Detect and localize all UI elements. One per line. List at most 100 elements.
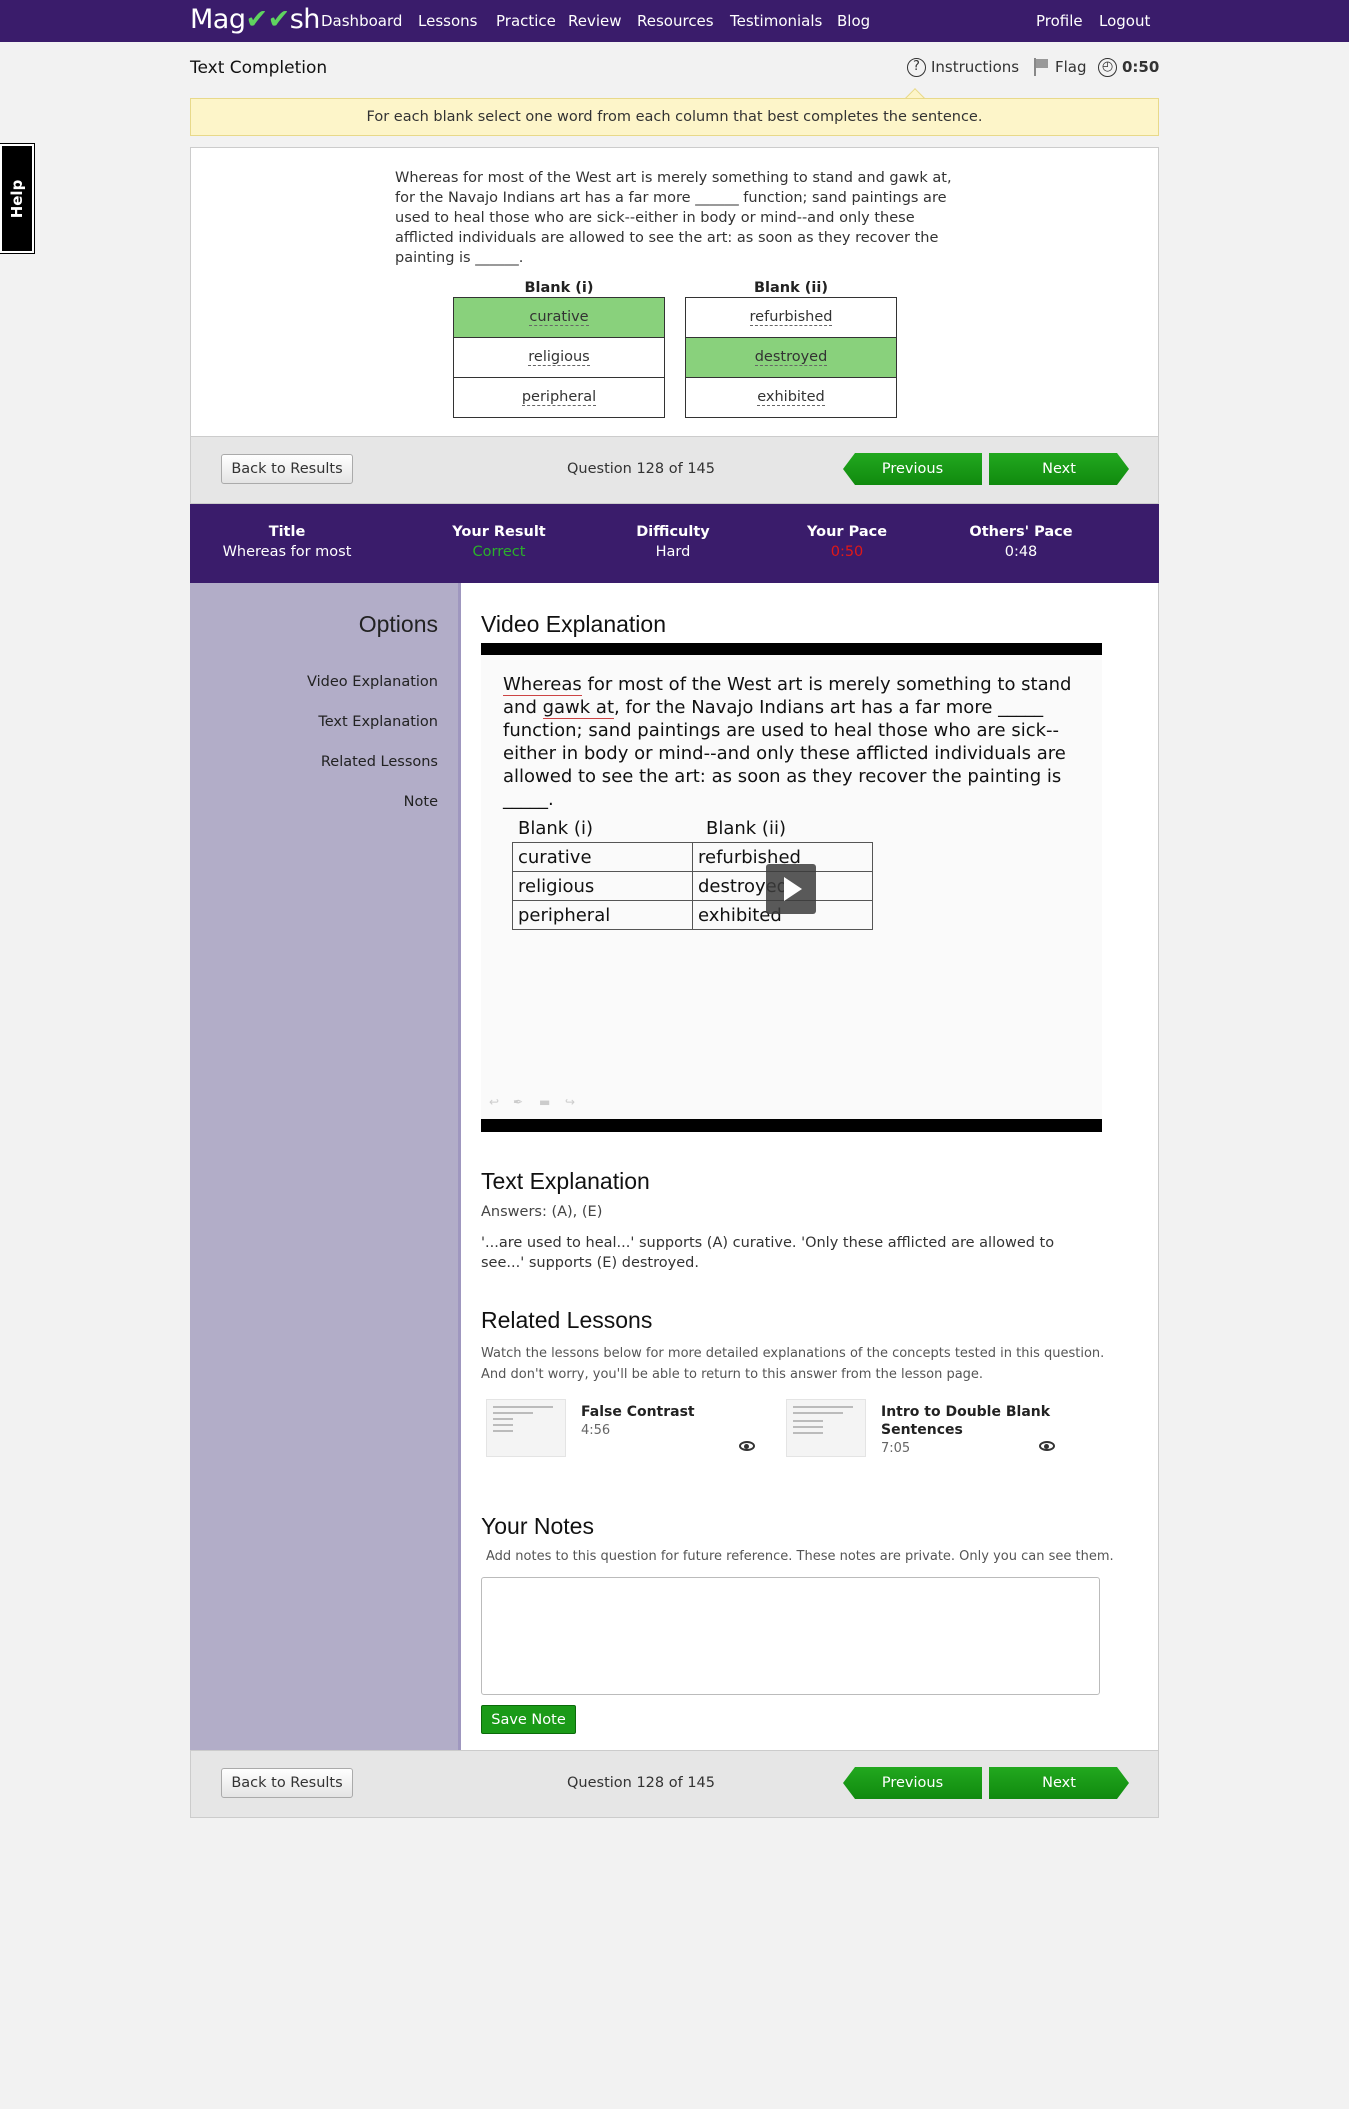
notes-desc: Add notes to this question for future re… (486, 1549, 1114, 1564)
option-label: exhibited (757, 389, 825, 406)
video-question-text: Whereas for most of the West art is mere… (503, 673, 1083, 811)
video-cell: curative (512, 842, 693, 872)
stat-label: Difficulty (636, 524, 710, 540)
nav-dashboard[interactable]: Dashboard (321, 12, 402, 30)
logo-text-right: sh (289, 4, 321, 35)
instructions-label: Instructions (931, 58, 1020, 76)
video-text-segment: Whereas (503, 674, 582, 696)
answers-line: Answers: (A), (E) (481, 1204, 603, 1220)
option-label: peripheral (521, 389, 597, 406)
back-to-results-button[interactable]: Back to Results (221, 454, 353, 484)
nav-review[interactable]: Review (568, 12, 622, 30)
timer-value: 0:50 (1122, 58, 1160, 76)
blank-i-column: Blank (i) curative religious peripheral (453, 280, 665, 418)
stat-value: Correct (472, 544, 526, 560)
question-mark-icon: ? (907, 57, 926, 77)
lesson-title[interactable]: Intro to Double Blank Sentences (881, 1403, 1051, 1439)
stat-label: Your Result (452, 524, 546, 540)
question-navigation-top: Back to Results Question 128 of 145 Prev… (190, 436, 1159, 504)
video-blank-i-title: Blank (i) (518, 818, 593, 839)
nav-blog[interactable]: Blog (837, 12, 870, 30)
options-sidebar: Options Video Explanation Text Explanati… (190, 583, 461, 1751)
stat-your-pace: Your Pace 0:50 (757, 524, 937, 560)
video-frame: Whereas for most of the West art is mere… (481, 655, 1102, 1119)
play-icon[interactable] (766, 864, 816, 914)
flag-icon (1033, 58, 1049, 76)
blank-i-option-peripheral[interactable]: peripheral (453, 377, 665, 418)
option-label: destroyed (754, 349, 828, 366)
eraser-icon: ▬ (539, 1095, 551, 1109)
nav-testimonials[interactable]: Testimonials (730, 12, 822, 30)
help-label: Help (8, 179, 26, 218)
video-blank-ii-title: Blank (ii) (706, 818, 786, 839)
video-player[interactable]: Whereas for most of the West art is mere… (481, 643, 1102, 1132)
blank-ii-title: Blank (ii) (753, 280, 828, 296)
text-explanation-title: Text Explanation (481, 1168, 650, 1194)
top-navigation: Mag✔✔sh Dashboard Lessons Practice Revie… (0, 0, 1349, 42)
back-to-results-button[interactable]: Back to Results (221, 1768, 353, 1798)
next-button[interactable]: Next (989, 1767, 1129, 1799)
related-lessons-title: Related Lessons (481, 1307, 653, 1333)
stat-value: 0:50 (830, 544, 864, 560)
related-lessons-desc: Watch the lessons below for more detaile… (481, 1346, 1105, 1382)
timer: ◴ 0:50 (1098, 56, 1159, 78)
stat-others-pace: Others' Pace 0:48 (931, 524, 1111, 560)
help-tab[interactable]: Help (0, 143, 35, 254)
explanation-panel: Video Explanation Whereas for most of th… (461, 583, 1159, 1751)
magoosh-logo[interactable]: Mag✔✔sh (190, 4, 320, 35)
nav-lessons[interactable]: Lessons (418, 12, 477, 30)
video-explanation-title: Video Explanation (481, 611, 666, 637)
eye-icon[interactable] (1039, 1441, 1055, 1451)
lesson-card[interactable]: Intro to Double Blank Sentences 7:05 (786, 1399, 1086, 1459)
sidebar-item-note[interactable]: Note (404, 794, 438, 810)
pen-icon: ✒ (513, 1095, 524, 1109)
blank-i-title: Blank (i) (524, 280, 594, 296)
question-text: Whereas for most of the West art is mere… (395, 170, 952, 266)
question-type-title: Text Completion (190, 58, 328, 78)
stat-title: Title Whereas for most (197, 524, 377, 560)
stat-value: Hard (655, 544, 691, 560)
nav-practice[interactable]: Practice (496, 12, 556, 30)
stat-difficulty: Difficulty Hard (583, 524, 763, 560)
blank-ii-option-exhibited[interactable]: exhibited (685, 377, 897, 418)
lesson-thumbnail (786, 1399, 866, 1457)
flag-button[interactable]: Flag (1033, 56, 1087, 78)
stat-value: Whereas for most (222, 544, 352, 560)
blank-ii-option-refurbished[interactable]: refurbished (685, 297, 897, 338)
undo-icon: ↩ (489, 1095, 500, 1109)
stat-value: 0:48 (1004, 544, 1038, 560)
logo-check-icon: ✔✔ (245, 4, 290, 35)
previous-button[interactable]: Previous (843, 453, 982, 485)
eye-icon[interactable] (739, 1441, 755, 1451)
lesson-duration: 4:56 (581, 1423, 611, 1438)
video-cell: peripheral (512, 900, 693, 930)
question-counter: Question 128 of 145 (566, 461, 715, 477)
lesson-title[interactable]: False Contrast (581, 1403, 751, 1421)
explanation-body: '...are used to heal...' supports (A) cu… (481, 1235, 1055, 1271)
nav-profile[interactable]: Profile (1036, 12, 1083, 30)
clock-icon: ◴ (1098, 57, 1117, 77)
blank-i-option-curative[interactable]: curative (453, 297, 665, 338)
stat-result: Your Result Correct (409, 524, 589, 560)
nav-logout[interactable]: Logout (1099, 12, 1150, 30)
option-label: curative (529, 309, 589, 326)
your-notes-title: Your Notes (481, 1513, 594, 1539)
blank-ii-column: Blank (ii) refurbished destroyed exhibit… (685, 280, 897, 418)
lesson-card[interactable]: False Contrast 4:56 (486, 1399, 786, 1459)
question-counter: Question 128 of 145 (566, 1775, 715, 1791)
option-label: religious (528, 349, 590, 366)
option-label: refurbished (749, 309, 833, 326)
blank-i-option-religious[interactable]: religious (453, 337, 665, 378)
instructions-toggle[interactable]: ? Instructions (907, 56, 1019, 78)
next-button[interactable]: Next (989, 453, 1129, 485)
logo-text-left: Mag (190, 4, 246, 35)
sidebar-item-video-explanation[interactable]: Video Explanation (307, 674, 438, 690)
previous-button[interactable]: Previous (843, 1767, 982, 1799)
nav-resources[interactable]: Resources (637, 12, 714, 30)
blank-ii-option-destroyed[interactable]: destroyed (685, 337, 897, 378)
notes-textarea[interactable] (481, 1577, 1100, 1695)
sidebar-item-related-lessons[interactable]: Related Lessons (321, 754, 438, 770)
save-note-button[interactable]: Save Note (481, 1705, 576, 1734)
sidebar-item-text-explanation[interactable]: Text Explanation (318, 714, 438, 730)
stat-label: Your Pace (806, 524, 888, 540)
